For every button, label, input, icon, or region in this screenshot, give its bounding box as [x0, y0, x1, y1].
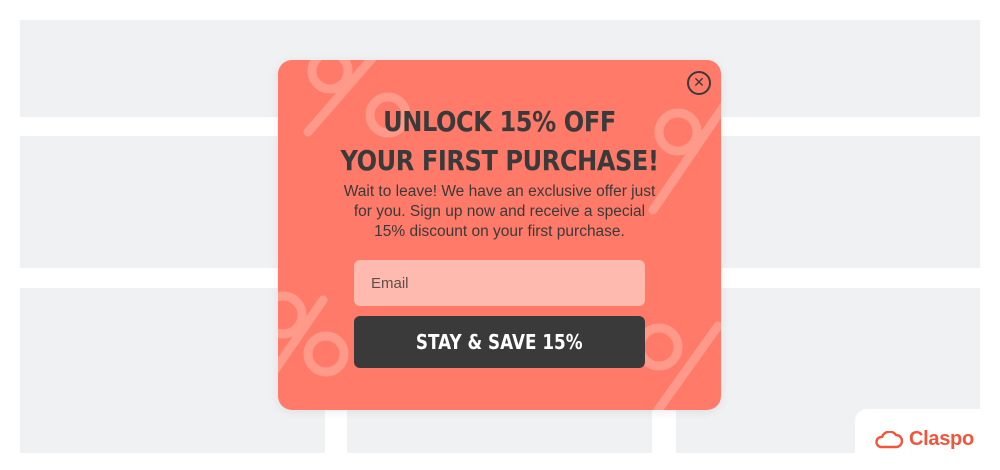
popup-title: UNLOCK 15% OFF YOUR FIRST PURCHASE! — [309, 102, 690, 180]
close-button[interactable]: ✕ — [687, 71, 711, 95]
description-line: Wait to leave! We have an exclusive offe… — [343, 183, 656, 200]
description-line: 15% discount on your first purchase. — [374, 223, 625, 240]
email-input[interactable] — [354, 260, 645, 306]
description-line: for you. Sign up now and receive a speci… — [353, 203, 646, 220]
title-line: UNLOCK 15% OFF — [383, 105, 616, 138]
cloud-icon — [875, 430, 903, 448]
close-icon: ✕ — [693, 74, 705, 91]
popup-description: Wait to leave! We have an exclusive offe… — [318, 182, 681, 242]
title-line: YOUR FIRST PURCHASE! — [340, 144, 659, 177]
discount-popup: ✕ UNLOCK 15% OFF YOUR FIRST PURCHASE! Wa… — [278, 60, 721, 410]
brand-name: Claspo — [909, 428, 974, 450]
stay-and-save-button[interactable]: STAY & SAVE 15% — [354, 316, 645, 368]
brand-badge: Claspo — [855, 409, 1000, 470]
cta-label: STAY & SAVE 15% — [416, 330, 583, 354]
